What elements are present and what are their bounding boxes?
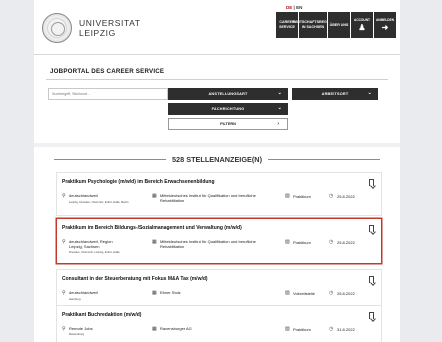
clock-icon: ◷ (329, 290, 334, 296)
anmelden-label: ANMELDEN (375, 17, 395, 22)
anstellungsart-label: ANSTELLUNGSART (208, 92, 248, 96)
job-title[interactable]: Praktikant Buchredaktion (m/w/d) (62, 312, 141, 318)
clock-icon: ◷ (329, 239, 334, 245)
filter-button[interactable]: FILTERN › (168, 118, 288, 130)
briefcase-icon: ▨ (285, 239, 290, 245)
building-icon: ▦ (152, 193, 157, 199)
lang-separator: | (293, 5, 295, 10)
language-switcher: DE | EN (286, 5, 302, 10)
building-icon: ▦ (152, 239, 157, 245)
briefcase-icon: ▨ (285, 193, 290, 199)
job-title[interactable]: Praktikum Psychologie (m/w/d) im Bereich… (62, 179, 215, 185)
heading-line-right (268, 158, 381, 160)
job-card-highlighted[interactable]: Praktikum im Bereich Bildungs-/Sozialman… (56, 218, 382, 264)
page: UNIVERSITAT LEIPZIG DE | EN CAREER SERVI… (34, 0, 400, 342)
university-name[interactable]: UNIVERSITAT LEIPZIG (79, 18, 141, 38)
location-pin-icon: ⚲ (62, 193, 66, 199)
job-location-detail: Dresden, Chemnitz, Leipzig, Erfurt, Hall… (69, 250, 120, 254)
user-icon: ♟ (358, 23, 366, 33)
job-date: 25.8.2022 (337, 194, 355, 199)
anstellungsart-dropdown[interactable]: ANSTELLUNGSART ⌄ (168, 88, 288, 100)
job-date: 25.8.2022 (337, 291, 355, 296)
heading-line-left (54, 158, 166, 160)
job-type: Praktikum (293, 194, 311, 199)
fachrichtung-label: FACHRICHTUNG (211, 107, 245, 111)
lang-en[interactable]: EN (296, 5, 302, 10)
job-organization-line2: Rehabilitation (160, 244, 185, 250)
chevron-down-icon: ⌄ (277, 90, 282, 96)
arbeitsort-dropdown[interactable]: ARBEITSORT ⌄ (292, 88, 378, 100)
university-name-line1: UNIVERSITAT (79, 18, 141, 28)
job-date: 31.8.2022 (337, 327, 355, 332)
university-name-line2: LEIPZIG (79, 28, 116, 38)
account-label: ACCOUNT (354, 17, 370, 22)
title-divider (46, 79, 388, 80)
job-title[interactable]: Praktikum im Bereich Bildungs-/Sozialman… (62, 225, 242, 231)
fachrichtung-dropdown[interactable]: FACHRICHTUNG ⌄ (168, 103, 288, 115)
job-location-detail: Leipzig, Dresden, Chemnitz, Erfurt, Hall… (69, 200, 129, 204)
job-organization: Mitteldeutsches Institut für Qualifikati… (160, 193, 270, 203)
clock-icon: ◷ (329, 326, 334, 332)
chevron-down-icon: ⌄ (277, 105, 282, 111)
results-count-heading: 528 STELLENANZEIGE(N) (54, 153, 381, 165)
job-card[interactable]: Consultant in der Steuerberatung mit Fok… (56, 269, 382, 309)
building-icon: ▦ (152, 290, 157, 296)
search-input[interactable] (48, 88, 168, 100)
arbeitsort-label: ARBEITSORT (321, 92, 349, 96)
ueber-uns-label: ÜBER UNS (329, 22, 349, 27)
job-organization: Mitteldeutsches Institut für Qualifikati… (160, 239, 270, 249)
job-organization: Ravensburger AG (160, 326, 192, 331)
job-location-detail: Ravensburg (69, 332, 85, 336)
location-pin-icon: ⚲ (62, 326, 66, 332)
location-pin-icon: ⚲ (62, 290, 66, 296)
filter-label: FILTERN (220, 122, 236, 126)
clock-icon: ◷ (329, 193, 334, 199)
building-icon: ▦ (152, 326, 157, 332)
job-location-line2: Leipzig, Sachsen (69, 244, 100, 250)
wirtschaftsregion-button[interactable]: WIRTSCHAFTSREGION IN SACHSEN (293, 12, 333, 38)
job-location: deutschlandweit, Region Leipzig, Sachsen (69, 239, 145, 249)
location-pin-icon: ⚲ (62, 239, 66, 245)
chevron-right-icon: › (277, 121, 279, 127)
account-button[interactable]: ACCOUNT ♟ (351, 12, 373, 38)
university-seal-logo[interactable] (42, 13, 72, 43)
job-type: Praktikum (293, 240, 311, 245)
job-organization-line2: Rehabilitation (160, 198, 185, 204)
results-count: 528 STELLENANZEIGE(N) (172, 154, 263, 164)
job-organization: Ebner Stolz (160, 290, 181, 295)
bookmark-icon[interactable] (369, 225, 374, 232)
bookmark-icon[interactable] (369, 276, 374, 283)
job-card[interactable]: Praktikum Psychologie (m/w/d) im Bereich… (56, 172, 382, 216)
login-icon: ➜ (381, 23, 389, 33)
anmelden-button[interactable]: ANMELDEN ➜ (374, 12, 396, 38)
job-type: Praktikum (293, 327, 311, 332)
job-type: Vollzeitstelle (293, 291, 316, 296)
job-date: 25.8.2022 (337, 240, 355, 245)
section-separator (34, 143, 400, 147)
job-title[interactable]: Consultant in der Steuerberatung mit Fok… (62, 276, 208, 282)
ueber-uns-button[interactable]: ÜBER UNS (328, 12, 350, 38)
page-title: JOBPORTAL DES CAREER SERVICE (50, 68, 165, 75)
bookmark-icon[interactable] (369, 312, 374, 319)
job-location: deutschlandweit (69, 290, 98, 295)
search-filter-panel: ANSTELLUNGSART ⌄ ARBEITSORT ⌄ FACHRICHTU… (48, 88, 378, 134)
site-header: UNIVERSITAT LEIPZIG DE | EN CAREER SERVI… (34, 0, 400, 55)
job-location: Remote Jobs (69, 326, 93, 331)
job-location: deutschlandweit (69, 193, 98, 198)
briefcase-icon: ▨ (285, 290, 290, 296)
briefcase-icon: ▨ (285, 326, 290, 332)
lang-de[interactable]: DE (286, 5, 292, 10)
job-card[interactable]: Praktikant Buchredaktion (m/w/d) ⚲ Remot… (56, 305, 382, 342)
job-location-detail: Hamburg (69, 297, 81, 301)
bookmark-icon[interactable] (369, 179, 374, 186)
chevron-down-icon: ⌄ (367, 90, 372, 96)
